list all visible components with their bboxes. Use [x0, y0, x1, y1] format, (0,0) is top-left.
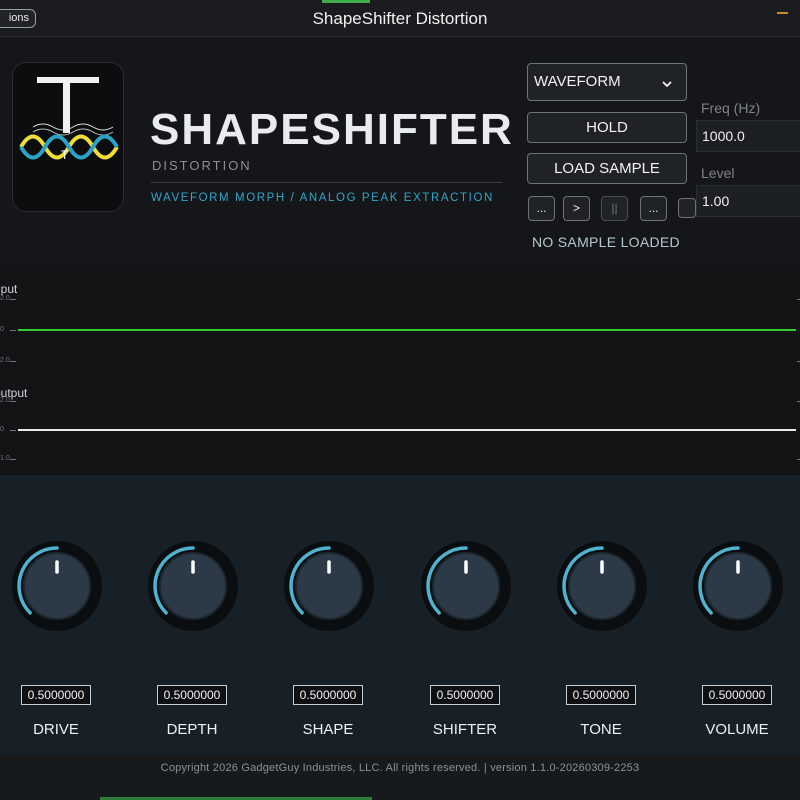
input-scope: nput 2.0 0 2.0 [0, 266, 800, 370]
logo-letter: T [61, 148, 69, 162]
knob-unit-volume: 0.5000000 VOLUME [683, 475, 800, 755]
brand-subtitle: DISTORTION [152, 158, 252, 173]
shifter-value[interactable]: 0.5000000 [430, 685, 500, 705]
depth-label: DEPTH [166, 721, 218, 738]
input-tick-bottom: 2.0 [0, 357, 10, 364]
minimize-button[interactable] [777, 12, 788, 14]
transport-more-button[interactable]: ... [640, 196, 667, 221]
output-tick-mark [10, 459, 16, 460]
knob-panel: 0.5000000 DRIVE 0.5000000 DEPTH 0.500000… [0, 475, 800, 755]
tone-value[interactable]: 0.5000000 [566, 685, 636, 705]
drive-label: DRIVE [33, 721, 79, 738]
copyright-text: Copyright 2026 GadgetGuy Industries, LLC… [160, 762, 640, 774]
input-waveform-trace [18, 329, 796, 331]
drive-knob[interactable] [12, 541, 102, 631]
loop-toggle[interactable] [678, 198, 696, 218]
footer: Copyright 2026 GadgetGuy Industries, LLC… [0, 755, 800, 800]
logo-graphic: T [19, 77, 119, 162]
level-label: Level [701, 165, 735, 181]
freq-input[interactable]: 1000.0 [696, 120, 800, 152]
output-tick-mid: 0 [0, 426, 4, 433]
hold-button[interactable]: HOLD [527, 112, 687, 143]
brand-divider [151, 182, 502, 183]
pause-button[interactable]: || [601, 196, 628, 221]
shifter-knob[interactable] [421, 541, 511, 631]
freq-label: Freq (Hz) [701, 100, 761, 116]
tone-label: TONE [580, 721, 622, 738]
transport-prev-button[interactable]: ... [528, 196, 555, 221]
volume-knob[interactable] [693, 541, 783, 631]
output-tick-top: 2.0 [0, 397, 10, 404]
volume-value[interactable]: 0.5000000 [702, 685, 772, 705]
shape-value[interactable]: 0.5000000 [293, 685, 363, 705]
title-bar-accent [322, 0, 370, 3]
window-title: ShapeShifter Distortion [312, 9, 488, 28]
source-select-value: WAVEFORM [534, 73, 621, 90]
input-tick-mid: 0 [0, 326, 4, 333]
output-waveform-trace [18, 429, 796, 431]
logo: T [12, 62, 124, 212]
load-sample-button[interactable]: LOAD SAMPLE [527, 153, 687, 184]
knob-unit-depth: 0.5000000 DEPTH [138, 475, 258, 755]
play-button[interactable]: > [563, 196, 590, 221]
input-tick-top: 2.0 [0, 295, 10, 302]
input-tick-mark [10, 299, 16, 300]
tone-knob[interactable] [557, 541, 647, 631]
depth-knob[interactable] [148, 541, 238, 631]
depth-value[interactable]: 0.5000000 [157, 685, 227, 705]
sample-status: NO SAMPLE LOADED [532, 234, 680, 250]
drive-value[interactable]: 0.5000000 [21, 685, 91, 705]
title-bar: ions ShapeShifter Distortion [0, 0, 800, 37]
output-scope: output 2.0 0 1.0 [0, 370, 800, 474]
shape-label: SHAPE [302, 721, 354, 738]
output-tick-bottom: 1.0 [0, 455, 10, 462]
output-tick-mark [10, 430, 16, 431]
knob-unit-shape: 0.5000000 SHAPE [274, 475, 394, 755]
output-tick-mark [10, 401, 16, 402]
shifter-label: SHIFTER [432, 721, 498, 738]
source-select[interactable]: WAVEFORM [527, 63, 687, 101]
knob-unit-shifter: 0.5000000 SHIFTER [411, 475, 531, 755]
input-scope-label: nput [0, 282, 18, 296]
brand-title: SHAPESHIFTER [150, 105, 514, 154]
knob-unit-drive: 0.5000000 DRIVE [2, 475, 122, 755]
volume-label: VOLUME [705, 721, 769, 738]
input-tick-mark [10, 361, 16, 362]
knob-unit-tone: 0.5000000 TONE [547, 475, 667, 755]
shape-knob[interactable] [284, 541, 374, 631]
chevron-down-icon [662, 81, 672, 88]
brand-tagline: WAVEFORM MORPH / ANALOG PEAK EXTRACTION [151, 192, 494, 204]
level-input[interactable]: 1.00 [696, 185, 800, 217]
input-tick-mark [10, 330, 16, 331]
